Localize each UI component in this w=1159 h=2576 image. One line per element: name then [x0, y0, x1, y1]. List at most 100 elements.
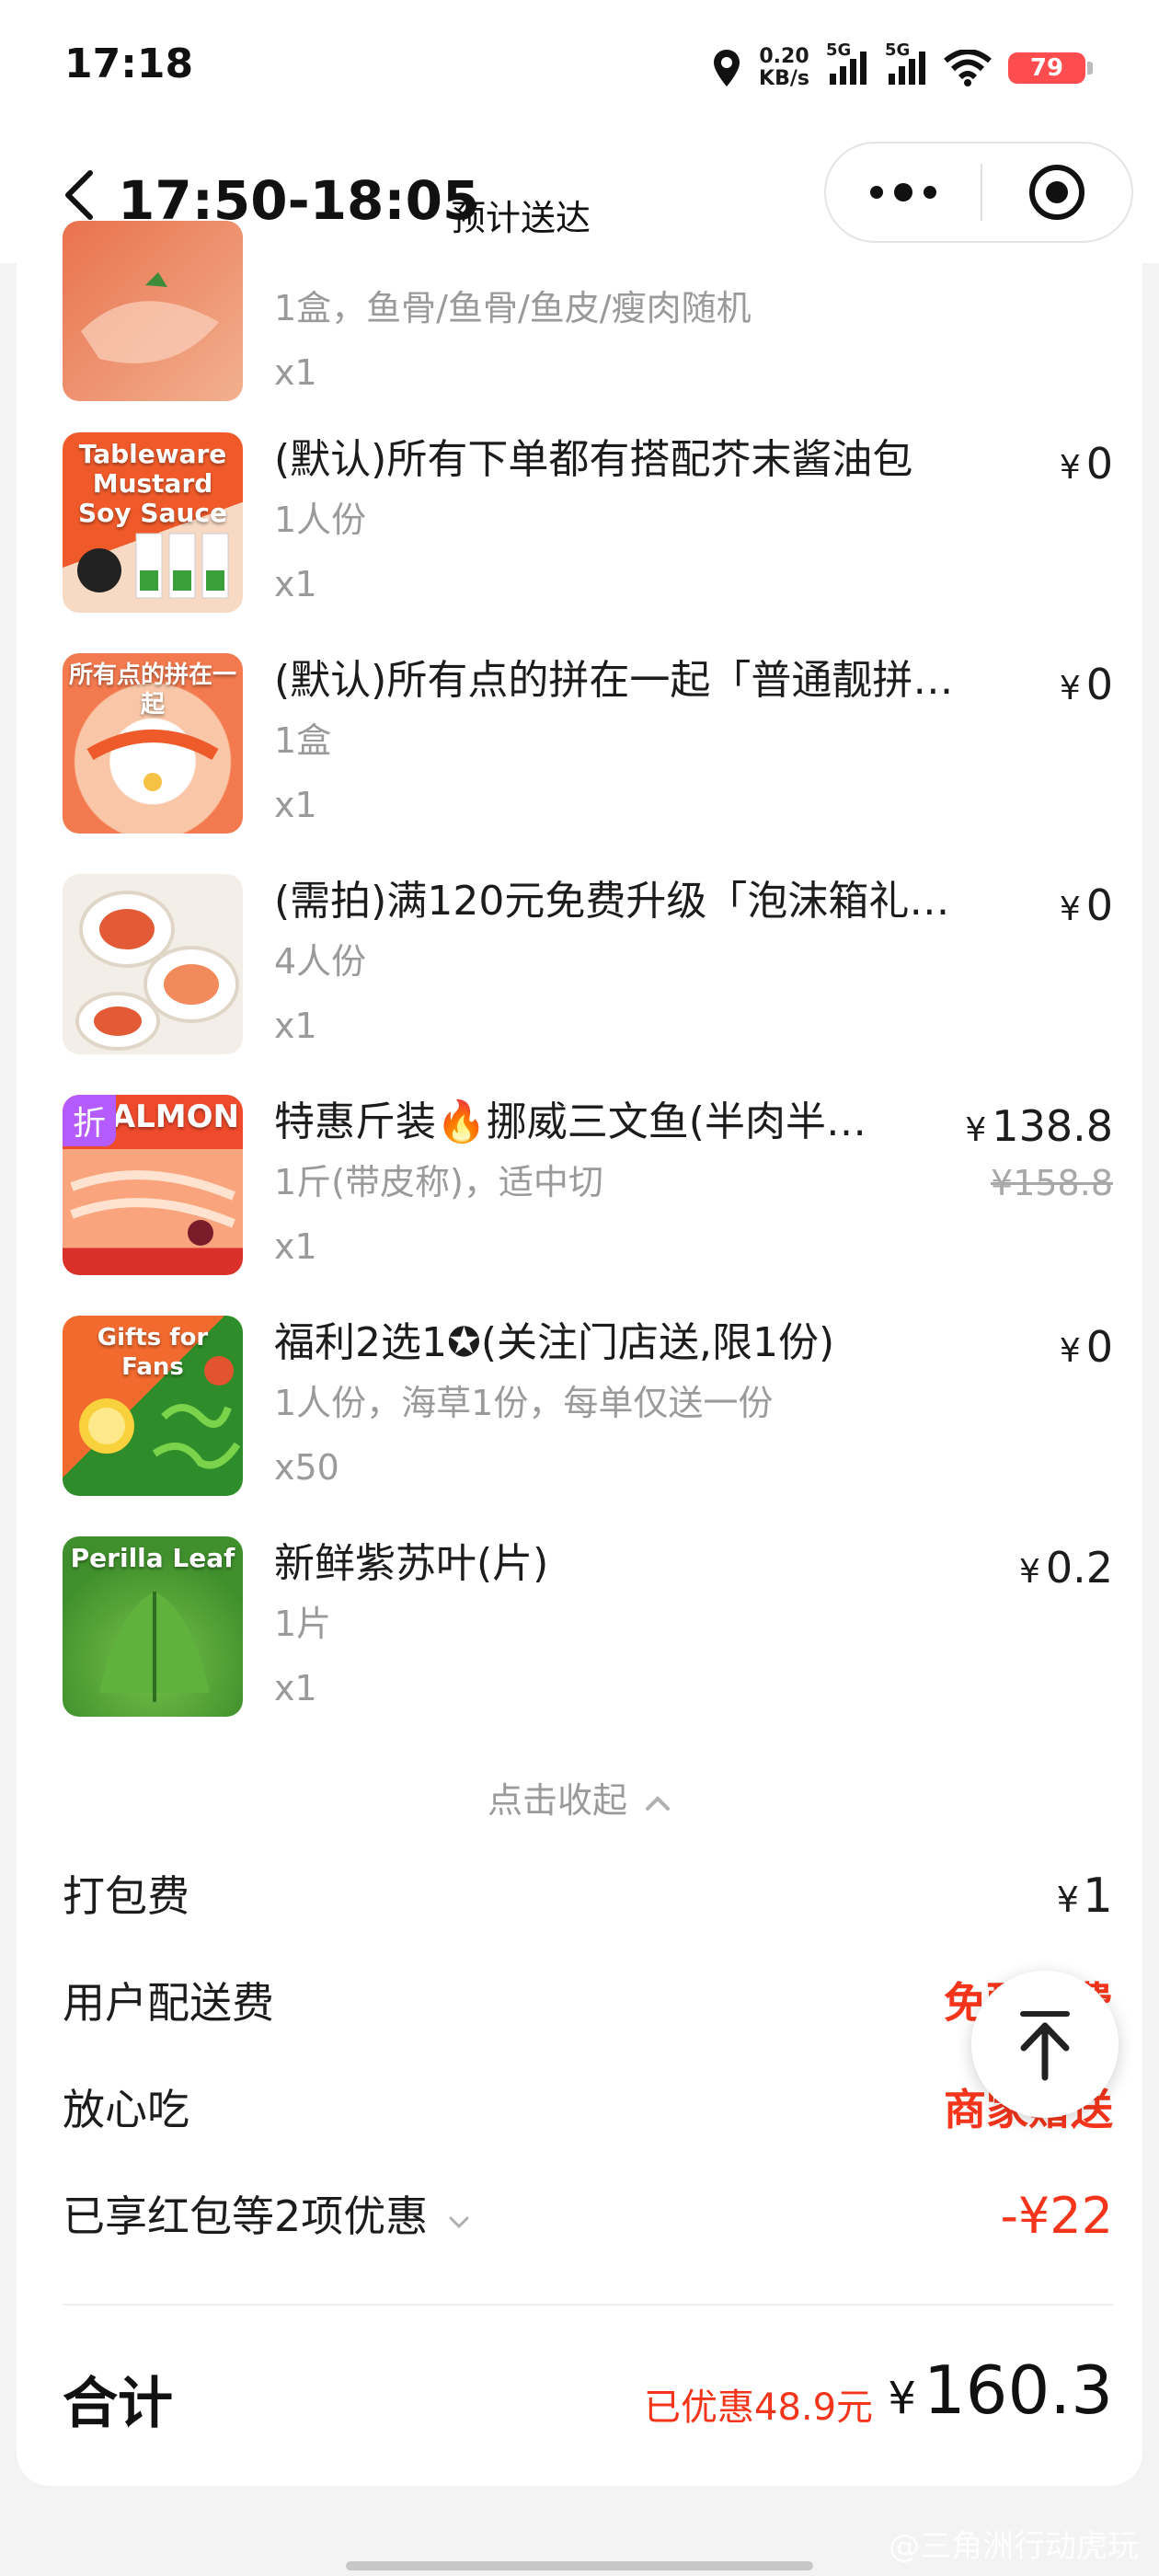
item-price: ¥138.8 [965, 1100, 1113, 1156]
battery-indicator: 79 [1008, 52, 1093, 84]
total-label: 合计 [63, 2372, 173, 2436]
item-spec: 1人份 [274, 500, 367, 540]
item-quantity: x1 [274, 1006, 317, 1046]
item-original-price: ¥158.8 [991, 1163, 1113, 1203]
coupon-value: -¥22 [1000, 2187, 1113, 2245]
salmon-image-icon [81, 272, 219, 363]
item-price-value: 0 [1085, 660, 1113, 709]
item-thumbnail: Gifts for Fans [63, 1316, 243, 1496]
item-name: (默认)所有下单都有搭配芥末酱油包 [274, 436, 913, 483]
order-detail-card: 1盒，鱼骨/鱼骨/鱼皮/瘦肉随机 x1 Tableware Mustard So… [17, 221, 1142, 2486]
item-name: (需拍)满120元免费升级「泡沫箱礼… [274, 878, 950, 925]
item-spec: 1盒 [274, 720, 332, 761]
item-thumbnail: Tableware Mustard Soy Sauce [63, 432, 243, 613]
order-item[interactable]: Gifts for Fans 福利2选1✪(关注门店送,限1份) ¥0 1人份，… [63, 1316, 1113, 1500]
currency-symbol: ¥ [1059, 449, 1081, 487]
currency-symbol: ¥ [1059, 1332, 1081, 1370]
item-spec: 1斤(带皮称)，适中切 [274, 1162, 603, 1202]
item-price-value: 0.2 [1045, 1543, 1113, 1593]
item-spec: 4人份 [274, 941, 367, 982]
order-item[interactable]: 所有点的拼在一起 (默认)所有点的拼在一起「普通靓拼… ¥0 1盒 x1 [63, 653, 1113, 837]
order-item[interactable]: 1盒，鱼骨/鱼骨/鱼皮/瘦肉随机 x1 [63, 221, 1113, 405]
item-price-value: 0 [1085, 880, 1113, 930]
coupon-row[interactable]: 已享红包等2项优惠 -¥22 [63, 2184, 1113, 2248]
packing-fee-label: 打包费 [63, 1871, 189, 1921]
item-quantity: x1 [274, 1226, 317, 1267]
item-thumbnail [63, 874, 243, 1054]
total-amount: 160.3 [923, 2352, 1113, 2429]
gift-box-image-icon [75, 891, 239, 1051]
item-thumbnail: ALMON 折 [63, 1095, 243, 1275]
item-price: ¥0 [1060, 659, 1113, 715]
item-quantity: x1 [274, 564, 317, 604]
net-speed-unit: KB/s [759, 67, 809, 90]
signal-2: 5G [885, 40, 927, 91]
chevron-down-icon [449, 2216, 469, 2229]
item-spec: 1片 [274, 1604, 332, 1644]
delivery-fee-row: 用户配送费 免配送费 [63, 1971, 1113, 2035]
back-to-top-button[interactable] [971, 1971, 1119, 2118]
item-name: 福利2选1✪(关注门店送,限1份) [274, 1319, 835, 1366]
currency-symbol: ¥ [965, 1111, 987, 1149]
item-quantity: x1 [274, 785, 317, 825]
assurance-label: 放心吃 [63, 2085, 189, 2134]
item-quantity: x1 [274, 352, 317, 393]
item-price: ¥0 [1060, 1321, 1113, 1377]
total-saved: 已优惠48.9元 [644, 2386, 874, 2429]
order-item[interactable]: (需拍)满120元免费升级「泡沫箱礼… ¥0 4人份 x1 [63, 874, 1113, 1058]
item-price: ¥0 [1060, 438, 1113, 494]
wifi-icon [944, 50, 992, 86]
packing-fee-value: ¥1 [1057, 1864, 1113, 1932]
more-dot-icon [894, 183, 912, 201]
currency-symbol: ¥ [888, 2373, 916, 2424]
currency-symbol: ¥ [1059, 670, 1081, 707]
item-spec: 1盒，鱼骨/鱼骨/鱼皮/瘦肉随机 [274, 288, 752, 328]
packing-fee-amount: 1 [1082, 1869, 1113, 1924]
currency-symbol: ¥ [1056, 1880, 1079, 1920]
divider [63, 2304, 1113, 2306]
chevron-up-icon [646, 1796, 671, 1811]
item-quantity: x50 [274, 1447, 339, 1488]
item-quantity: x1 [274, 1668, 317, 1708]
status-icons: 0.20 KB/s 5G 5G 79 [711, 40, 1093, 96]
discount-tag: 折 [63, 1095, 116, 1146]
coupon-label-text: 已享红包等2项优惠 [63, 2191, 429, 2241]
order-item[interactable]: Perilla Leaf 新鲜紫苏叶(片) ¥0.2 1片 x1 [63, 1536, 1113, 1720]
arrow-up-icon [1020, 2011, 1070, 2081]
collapse-items-button[interactable]: 点击收起 [17, 1772, 1142, 1823]
home-indicator[interactable] [346, 2561, 813, 2570]
item-price: ¥0 [1060, 880, 1113, 936]
sauce-packets-image-icon [77, 533, 229, 599]
collapse-label: 点击收起 [487, 1780, 627, 1821]
net-speed-value: 0.20 [759, 45, 809, 68]
item-spec: 1人份，海草1份，每单仅送一份 [274, 1383, 774, 1423]
order-item[interactable]: Tableware Mustard Soy Sauce (默认)所有下单都有搭配… [63, 432, 1113, 616]
perilla-leaf-image-icon [99, 1592, 210, 1702]
watermark: @三角洲行动虎玩 [889, 2528, 1139, 2565]
item-thumbnail: Perilla Leaf [63, 1536, 243, 1717]
target-circle-icon [1029, 165, 1084, 220]
location-icon [714, 50, 740, 86]
item-price: ¥0.2 [1019, 1542, 1113, 1598]
order-item[interactable]: ALMON 折 特惠斤装🔥挪威三文鱼(半肉半… ¥138.8 ¥158.8 1斤… [63, 1095, 1113, 1279]
more-dot-icon [924, 186, 936, 199]
currency-symbol: ¥ [1018, 1553, 1040, 1591]
item-name: (默认)所有点的拼在一起「普通靓拼… [274, 657, 954, 704]
net-speed: 0.20 KB/s [759, 46, 809, 90]
delivery-fee-label: 用户配送费 [63, 1978, 274, 2028]
assurance-row: 放心吃 商家赠送 [63, 2077, 1113, 2142]
status-bar: 17:18 0.20 KB/s 5G 5G 79 [0, 0, 1159, 138]
item-thumbnail [63, 221, 243, 401]
lemon-seaweed-image-icon [79, 1356, 241, 1469]
sashimi-platter-image-icon [86, 730, 219, 791]
item-price-value: 0 [1085, 1322, 1113, 1372]
total-price: ¥160.3 [888, 2352, 1113, 2429]
item-name: 特惠斤装🔥挪威三文鱼(半肉半… [274, 1098, 866, 1145]
item-price-value: 0 [1085, 439, 1113, 489]
currency-symbol: ¥ [1059, 891, 1081, 928]
item-name: 新鲜紫苏叶(片) [274, 1540, 549, 1587]
status-time: 17:18 [64, 40, 194, 87]
signal-1-label: 5G [826, 40, 852, 60]
signal-1: 5G [826, 40, 868, 91]
signal-2-label: 5G [885, 40, 911, 60]
